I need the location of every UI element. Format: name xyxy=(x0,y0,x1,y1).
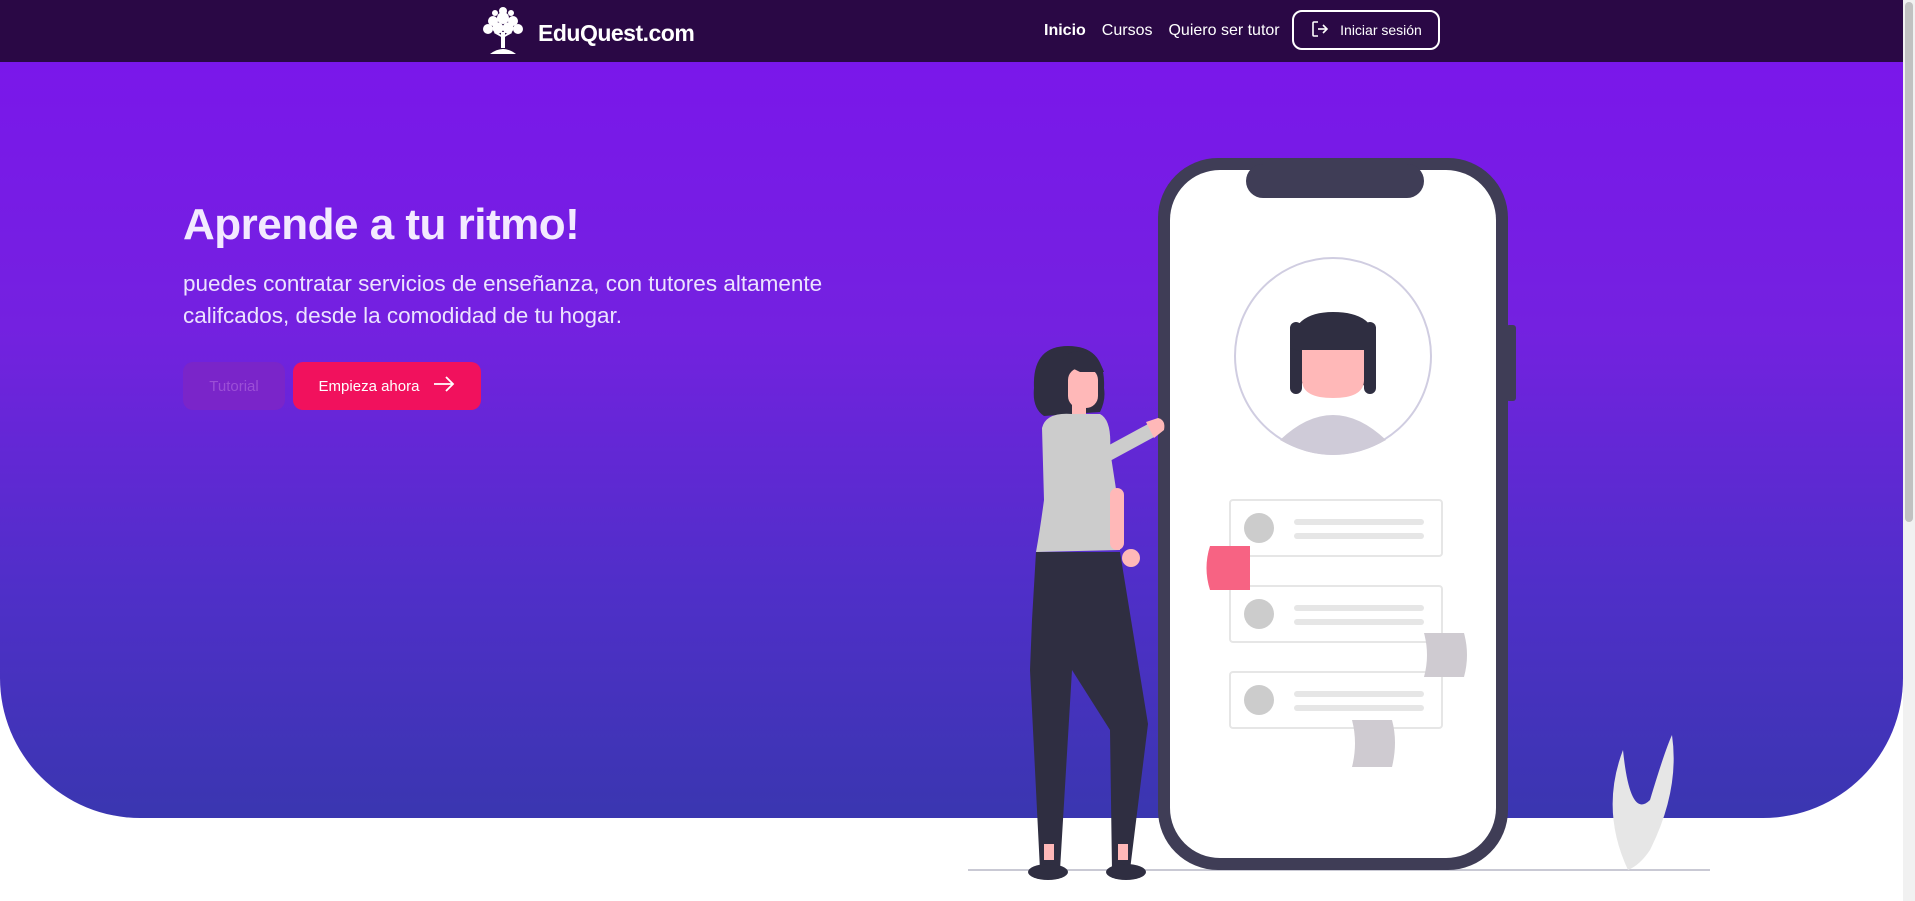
tutorial-button[interactable]: Tutorial xyxy=(183,362,285,410)
login-label: Iniciar sesión xyxy=(1340,22,1422,38)
start-now-button[interactable]: Empieza ahora xyxy=(293,362,481,410)
nav-link-inicio[interactable]: Inicio xyxy=(1044,22,1086,40)
hero-description: puedes contratar servicios de enseñanza,… xyxy=(183,271,823,328)
tutorial-label: Tutorial xyxy=(209,377,259,395)
phone-illustration xyxy=(1158,158,1516,870)
brand-name: EduQuest.com xyxy=(538,20,695,46)
start-now-label: Empieza ahora xyxy=(318,377,420,395)
nav-link-cursos[interactable]: Cursos xyxy=(1102,22,1153,40)
tree-logo-icon xyxy=(478,4,528,63)
login-icon xyxy=(1310,19,1330,42)
login-button[interactable]: Iniciar sesión xyxy=(1292,10,1440,50)
woman-illustration xyxy=(1028,346,1165,880)
brand[interactable]: EduQuest.com xyxy=(478,4,695,63)
navbar: EduQuest.com Inicio Cursos Quiero ser tu… xyxy=(0,0,1903,62)
page-scrollbar[interactable] xyxy=(1903,0,1915,901)
hero-illustration xyxy=(960,150,1720,890)
nav-links: Inicio Cursos Quiero ser tutor xyxy=(1044,0,1296,62)
scrollbar-thumb[interactable] xyxy=(1905,2,1913,522)
arrow-right-icon xyxy=(433,376,455,396)
nav-link-quiero-ser-tutor[interactable]: Quiero ser tutor xyxy=(1168,22,1279,40)
hero-title: Aprende a tu ritmo! xyxy=(183,200,580,249)
